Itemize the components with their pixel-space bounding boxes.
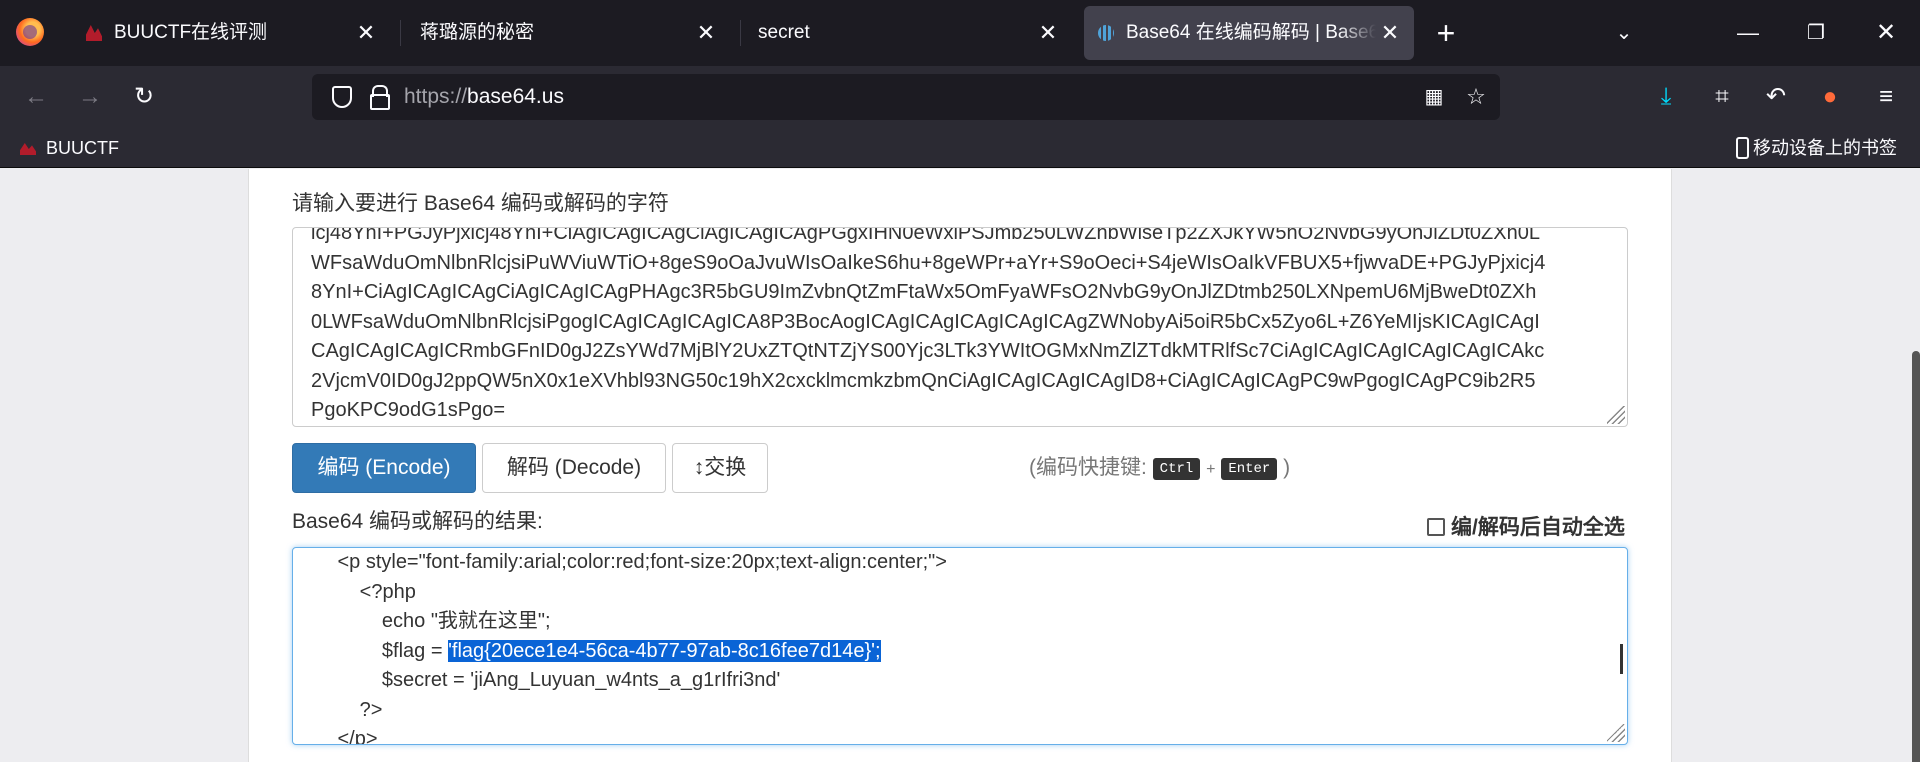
swap-arrows-icon: ↕ xyxy=(693,456,705,479)
input-line: PgoKPC9odG1sPgo= xyxy=(311,399,506,421)
input-label: 请输入要进行 Base64 编码或解码的字符 xyxy=(292,192,669,215)
base64-favicon-icon xyxy=(1098,25,1114,41)
selected-flag-text[interactable]: 'flag{20ece1e4-56ca-4b77-97ab-8c16fee7d1… xyxy=(448,639,881,662)
mobile-bookmarks[interactable]: 移动设备上的书签 xyxy=(1736,128,1897,168)
output-line: ?> xyxy=(293,698,383,721)
downloads-icon[interactable]: ⤓ xyxy=(1642,66,1690,128)
tab-jiangluyuan[interactable]: 蒋璐源的秘密 ✕ xyxy=(402,6,730,60)
bookmark-buuctf[interactable]: BUUCTF xyxy=(20,128,119,168)
resize-grip-icon[interactable] xyxy=(1607,406,1625,424)
bookmark-label: BUUCTF xyxy=(46,138,119,158)
output-line: echo "我就在这里"; xyxy=(293,610,551,632)
tab-base64[interactable]: Base64 在线编码解码 | Base64 ✕ xyxy=(1084,6,1414,60)
auto-select-checkbox[interactable]: 编/解码后自动全选 xyxy=(1427,513,1625,543)
buuctf-favicon-icon xyxy=(86,25,102,41)
tab-bar: BUUCTF在线评测 ✕ 蒋璐源的秘密 ✕ secret ✕ Base64 在线… xyxy=(0,0,1920,66)
output-text: <p style="font-family:arial;color:red;fo… xyxy=(293,548,1613,745)
input-textarea[interactable]: icj48YnI+PGJyPjxicj48YnI+CiAgICAgICAgCiA… xyxy=(292,227,1628,427)
tab-separator xyxy=(400,20,401,46)
checkbox-box-icon xyxy=(1427,518,1445,536)
app-menu-hamburger-icon[interactable]: ≡ xyxy=(1862,66,1910,128)
firefox-logo-icon[interactable] xyxy=(16,18,44,46)
auto-select-label: 编/解码后自动全选 xyxy=(1451,516,1625,539)
tab-buuctf[interactable]: BUUCTF在线评测 ✕ xyxy=(72,6,390,60)
navigation-toolbar: ← → ↻ https://base64.us ▦ ☆ ⤓ ⌗ ↶ ● ≡ xyxy=(0,66,1920,128)
output-line-flag: $flag = 'flag{20ece1e4-56ca-4b77-97ab-8c… xyxy=(293,637,1613,667)
shortcut-prefix: (编码快捷键: xyxy=(1029,456,1147,479)
swap-button[interactable]: ↕交换 xyxy=(672,443,768,493)
tab-title: 蒋璐源的秘密 xyxy=(420,22,535,43)
extension-fox-icon[interactable]: ● xyxy=(1806,66,1854,128)
mobile-phone-icon xyxy=(1736,137,1749,159)
output-line: $secret = 'jiAng_Luyuan_w4nts_a_g1rIfri3… xyxy=(293,669,781,691)
tab-title: secret xyxy=(758,22,810,43)
url-protocol: https:// xyxy=(404,85,468,108)
shortcut-hint: (编码快捷键: Ctrl + Enter ) xyxy=(1029,443,1290,495)
shortcut-plus: + xyxy=(1206,461,1216,478)
tab-secret[interactable]: secret ✕ xyxy=(740,6,1072,60)
close-tab-icon[interactable]: ✕ xyxy=(694,21,718,45)
close-tab-icon[interactable]: ✕ xyxy=(354,21,378,45)
new-tab-plus-icon[interactable]: + xyxy=(1418,0,1474,66)
input-line: 2VjcmV0ID0gJ2ppQW5nX0x1eXVhbl93NG50c19hX… xyxy=(311,369,1536,392)
lock-icon[interactable] xyxy=(370,85,390,110)
back-arrow-icon[interactable]: ← xyxy=(12,66,60,128)
url-host: base64.us xyxy=(467,85,564,108)
flag-assignment: $flag = xyxy=(293,639,449,662)
resize-grip-icon[interactable] xyxy=(1607,724,1625,742)
screenshot-crop-icon[interactable]: ⌗ xyxy=(1698,66,1746,128)
input-line: CAgICAgICAgICRmbGFnID0gJ2ZsYWd7MjBlY2UxZ… xyxy=(311,340,1545,362)
input-line: 8YnI+CiAgICAgICAgCiAgICAgICAgPHAgc3R5bGU… xyxy=(311,281,1537,303)
restore-window-icon[interactable]: ❐ xyxy=(1788,0,1844,66)
output-line: <?php xyxy=(293,580,416,603)
url-bar[interactable]: https://base64.us ▦ ☆ xyxy=(312,74,1500,120)
kbd-enter: Enter xyxy=(1221,458,1278,480)
page-scrollbar[interactable] xyxy=(1912,351,1920,762)
undo-arrow-icon[interactable]: ↶ xyxy=(1752,66,1800,128)
bookmarks-toolbar: BUUCTF 移动设备上的书签 xyxy=(0,128,1920,168)
qr-code-icon[interactable]: ▦ xyxy=(1416,74,1452,120)
bookmark-star-icon[interactable]: ☆ xyxy=(1458,74,1494,120)
forward-arrow-icon[interactable]: → xyxy=(66,66,114,128)
mobile-bookmarks-label: 移动设备上的书签 xyxy=(1753,138,1897,158)
swap-label: 交换 xyxy=(704,456,747,479)
url-text[interactable]: https://base64.us xyxy=(404,74,564,120)
list-all-tabs-chevron-icon[interactable]: ⌄ xyxy=(1596,0,1652,66)
kbd-ctrl: Ctrl xyxy=(1152,458,1201,480)
page-viewport: 请输入要进行 Base64 编码或解码的字符 icj48YnI+PGJyPjxi… xyxy=(0,169,1920,762)
output-line: <p style="font-family:arial;color:red;fo… xyxy=(293,551,947,573)
result-label: Base64 编码或解码的结果: xyxy=(292,510,543,533)
content-panel: 请输入要进行 Base64 编码或解码的字符 icj48YnI+PGJyPjxi… xyxy=(248,169,1672,762)
encode-button[interactable]: 编码 (Encode) xyxy=(292,443,476,493)
close-tab-icon[interactable]: ✕ xyxy=(1036,21,1060,45)
input-text: icj48YnI+PGJyPjxicj48YnI+CiAgICAgICAgCiA… xyxy=(311,227,1611,426)
input-line: 0LWFsaWduOmNlbnRlcjsiPgogICAgICAgICAgICA… xyxy=(311,310,1540,333)
input-line: icj48YnI+PGJyPjxicj48YnI+CiAgICAgICAgCiA… xyxy=(311,227,1540,244)
decode-button[interactable]: 解码 (Decode) xyxy=(482,443,666,493)
tab-title: BUUCTF在线评测 xyxy=(114,22,268,43)
output-textarea[interactable]: <p style="font-family:arial;color:red;fo… xyxy=(292,547,1628,745)
close-tab-icon[interactable]: ✕ xyxy=(1378,21,1402,45)
minimize-window-icon[interactable]: — xyxy=(1720,0,1776,66)
tab-title: Base64 在线编码解码 | Base64 xyxy=(1126,22,1376,43)
input-line: WFsaWduOmNlbnRlcjsiPuWViuWTiO+8geS9oOaJv… xyxy=(311,251,1546,274)
reload-icon[interactable]: ↻ xyxy=(120,66,168,128)
output-line: </p> xyxy=(293,728,378,745)
buuctf-favicon-icon xyxy=(20,143,36,155)
tracking-protection-shield-icon[interactable] xyxy=(332,86,352,108)
shortcut-suffix: ) xyxy=(1283,456,1291,479)
output-scrollbar[interactable] xyxy=(1620,644,1623,674)
close-window-icon[interactable]: ✕ xyxy=(1858,0,1914,66)
